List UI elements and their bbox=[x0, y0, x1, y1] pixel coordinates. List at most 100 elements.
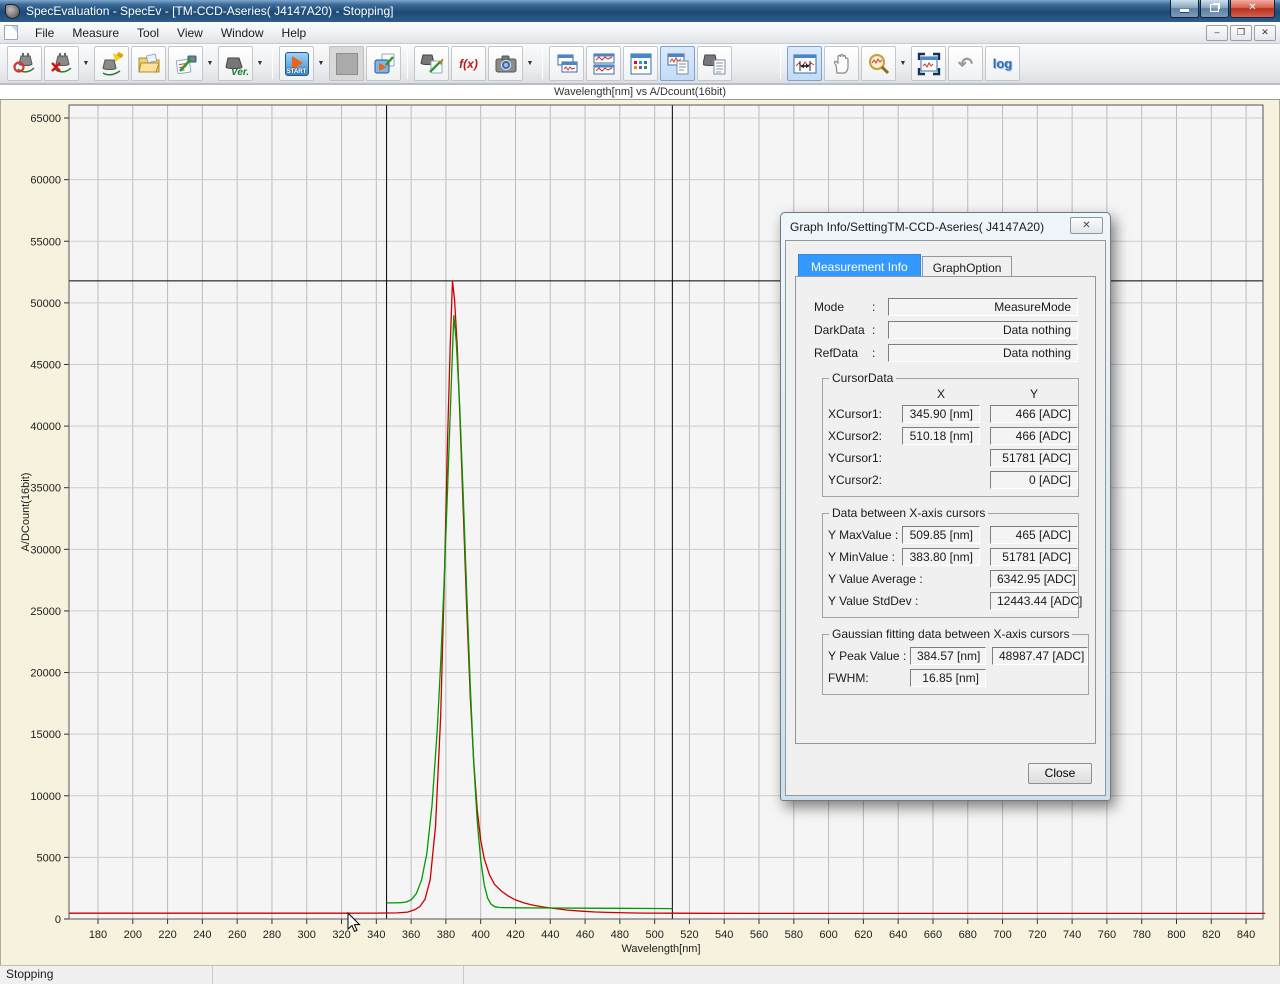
svg-text:180: 180 bbox=[89, 929, 107, 941]
svg-text:25000: 25000 bbox=[30, 606, 61, 618]
tile-windows-button[interactable] bbox=[586, 46, 621, 81]
menu-measure[interactable]: Measure bbox=[63, 23, 128, 43]
status-section-3 bbox=[464, 966, 1280, 984]
xcursor1-row: XCursor1: 345.90 [nm] 466 [ADC] bbox=[828, 405, 1078, 423]
svg-text:30000: 30000 bbox=[30, 544, 61, 556]
menu-window[interactable]: Window bbox=[212, 23, 273, 43]
ymin-row: Y MinValue : 383.80 [nm] 51781 [ADC] bbox=[828, 548, 1078, 566]
minimize-button[interactable] bbox=[1170, 0, 1199, 18]
svg-text:760: 760 bbox=[1098, 929, 1116, 941]
start-dropdown[interactable]: ▼ bbox=[315, 46, 327, 81]
mdi-close-button[interactable]: ✕ bbox=[1254, 25, 1276, 41]
menu-file[interactable]: File bbox=[26, 23, 63, 43]
svg-text:400: 400 bbox=[472, 929, 490, 941]
start-setting-button[interactable] bbox=[366, 46, 401, 81]
device-setting-button[interactable] bbox=[414, 46, 449, 81]
setting-save-dropdown[interactable]: ▼ bbox=[204, 46, 216, 81]
restore-button[interactable] bbox=[1200, 0, 1229, 18]
svg-text:580: 580 bbox=[785, 929, 803, 941]
svg-text:320: 320 bbox=[332, 929, 350, 941]
status-text: Stopping bbox=[0, 966, 213, 984]
svg-text:260: 260 bbox=[228, 929, 246, 941]
pan-button[interactable] bbox=[824, 46, 859, 81]
col-x-header: X bbox=[902, 387, 980, 401]
close-window-button[interactable]: ✕ bbox=[1230, 0, 1275, 18]
svg-text:380: 380 bbox=[437, 929, 455, 941]
mode-value: MeasureMode bbox=[888, 298, 1078, 316]
version-button[interactable]: Ver. bbox=[218, 46, 253, 81]
mdi-document-icon[interactable] bbox=[4, 25, 18, 40]
fwhm-row: FWHM: 16.85 [nm] bbox=[828, 669, 1088, 687]
window-title: SpecEvaluation - SpecEv - [TM-CCD-Aserie… bbox=[26, 4, 393, 18]
disconnect-button[interactable] bbox=[44, 46, 79, 81]
setting-save-button[interactable] bbox=[168, 46, 203, 81]
refdata-value: Data nothing bbox=[888, 344, 1078, 362]
zoom-dropdown[interactable]: ▼ bbox=[897, 46, 909, 81]
gaussian-group: Gaussian fitting data between X-axis cur… bbox=[822, 627, 1089, 695]
connect-button[interactable] bbox=[7, 46, 42, 81]
gaussian-title: Gaussian fitting data between X-axis cur… bbox=[829, 627, 1072, 641]
svg-text:10000: 10000 bbox=[30, 791, 61, 803]
device-info-button[interactable] bbox=[697, 46, 732, 81]
measurement-info-page: Mode : MeasureMode DarkData : Data nothi… bbox=[795, 276, 1096, 744]
svg-text:640: 640 bbox=[889, 929, 907, 941]
function-label: f(x) bbox=[459, 57, 478, 71]
dialog-titlebar[interactable]: Graph Info/SettingTM-CCD-Aseries( J4147A… bbox=[781, 213, 1110, 240]
col-y-header: Y bbox=[990, 387, 1078, 401]
menu-view[interactable]: View bbox=[168, 23, 212, 43]
app-icon bbox=[5, 4, 20, 19]
detect-device-button[interactable] bbox=[94, 46, 129, 81]
svg-text:480: 480 bbox=[611, 929, 629, 941]
svg-text:820: 820 bbox=[1202, 929, 1220, 941]
dialog-close-icon[interactable]: ✕ bbox=[1070, 217, 1103, 234]
mdi-minimize-button[interactable]: – bbox=[1206, 25, 1228, 41]
svg-text:680: 680 bbox=[959, 929, 977, 941]
mdi-restore-button[interactable]: ❒ bbox=[1230, 25, 1252, 41]
svg-text:0: 0 bbox=[55, 914, 61, 926]
ycursor2-row: YCursor2: 0 [ADC] bbox=[828, 471, 1078, 489]
svg-text:520: 520 bbox=[680, 929, 698, 941]
menu-bar: File Measure Tool View Window Help – ❒ ✕ bbox=[0, 22, 1280, 44]
svg-text:720: 720 bbox=[1028, 929, 1046, 941]
svg-text:540: 540 bbox=[715, 929, 733, 941]
undo-button: ↶ bbox=[948, 46, 983, 81]
graph-info-button[interactable] bbox=[660, 46, 695, 81]
zoom-button[interactable] bbox=[861, 46, 896, 81]
svg-text:5000: 5000 bbox=[37, 852, 61, 864]
svg-text:240: 240 bbox=[193, 929, 211, 941]
between-cursors-title: Data between X-axis cursors bbox=[829, 506, 988, 520]
menu-tool[interactable]: Tool bbox=[128, 23, 168, 43]
function-button[interactable]: f(x) bbox=[451, 46, 486, 81]
svg-text:200: 200 bbox=[124, 929, 142, 941]
status-section-2 bbox=[213, 966, 464, 984]
status-bar: Stopping bbox=[0, 965, 1280, 984]
disconnect-dropdown[interactable]: ▼ bbox=[80, 46, 92, 81]
darkdata-row: DarkData : Data nothing bbox=[814, 320, 1095, 339]
svg-text:65000: 65000 bbox=[30, 113, 61, 125]
refdata-label: RefData bbox=[814, 346, 872, 360]
menu-help[interactable]: Help bbox=[273, 23, 316, 43]
ystddev-row: Y Value StdDev : 12443.44 [ADC] bbox=[828, 592, 1078, 610]
y-axis-label: A/DCount(16bit) bbox=[20, 473, 32, 552]
cascade-windows-button[interactable] bbox=[549, 46, 584, 81]
darkdata-value: Data nothing bbox=[888, 321, 1078, 339]
fit-window-button[interactable] bbox=[911, 46, 946, 81]
version-dropdown[interactable]: ▼ bbox=[254, 46, 266, 81]
start-button[interactable]: START bbox=[279, 46, 314, 81]
darkdata-label: DarkData bbox=[814, 323, 872, 337]
title-bar[interactable]: SpecEvaluation - SpecEv - [TM-CCD-Aserie… bbox=[0, 0, 1280, 22]
arrange-windows-button[interactable] bbox=[623, 46, 658, 81]
cursor-button[interactable] bbox=[787, 46, 822, 81]
capture-dropdown[interactable]: ▼ bbox=[524, 46, 536, 81]
open-button[interactable] bbox=[131, 46, 166, 81]
svg-text:45000: 45000 bbox=[30, 359, 61, 371]
capture-button[interactable] bbox=[488, 46, 523, 81]
log-button[interactable]: log bbox=[985, 46, 1020, 81]
svg-text:280: 280 bbox=[263, 929, 281, 941]
application-window: SpecEvaluation - SpecEv - [TM-CCD-Aserie… bbox=[0, 0, 1280, 984]
close-button[interactable]: Close bbox=[1028, 763, 1092, 784]
log-label: log bbox=[993, 56, 1013, 71]
undo-icon: ↶ bbox=[958, 54, 973, 74]
graph-info-dialog: Graph Info/SettingTM-CCD-Aseries( J4147A… bbox=[780, 212, 1111, 801]
svg-text:740: 740 bbox=[1063, 929, 1081, 941]
